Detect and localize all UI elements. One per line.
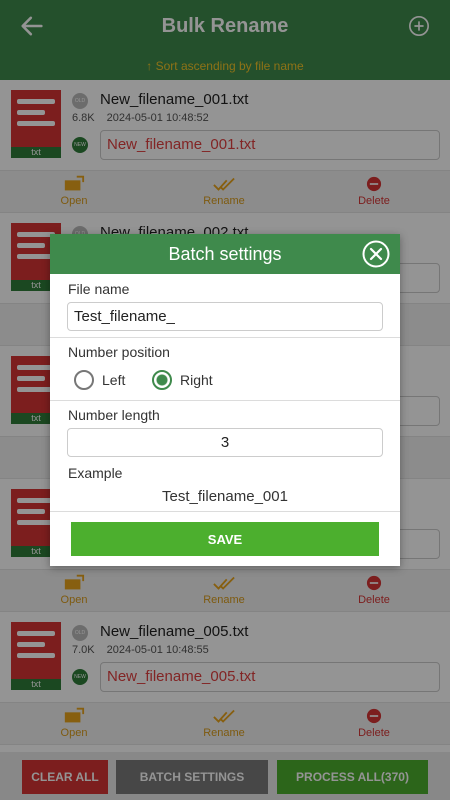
- number-position-label: Number position: [68, 344, 170, 360]
- batch-settings-dialog: Batch settings File name Test_filename_ …: [50, 234, 400, 566]
- number-length-label: Number length: [68, 407, 160, 423]
- radio-checked-icon: [152, 370, 172, 390]
- close-icon[interactable]: [362, 240, 390, 268]
- file-name-label: File name: [68, 281, 130, 297]
- example-label: Example: [68, 465, 123, 481]
- number-length-input[interactable]: 3: [67, 428, 383, 457]
- radio-unchecked-icon: [74, 370, 94, 390]
- radio-right[interactable]: Right: [152, 370, 213, 390]
- divider: [50, 511, 400, 512]
- dialog-header: Batch settings: [50, 234, 400, 274]
- save-button[interactable]: SAVE: [71, 522, 379, 556]
- divider: [50, 400, 400, 401]
- radio-right-label: Right: [180, 372, 213, 388]
- file-name-input[interactable]: Test_filename_: [67, 302, 383, 331]
- radio-left[interactable]: Left: [74, 370, 125, 390]
- example-preview: Test_filename_001: [162, 488, 288, 505]
- divider: [50, 337, 400, 338]
- dialog-title: Batch settings: [168, 244, 282, 264]
- radio-left-label: Left: [102, 372, 126, 388]
